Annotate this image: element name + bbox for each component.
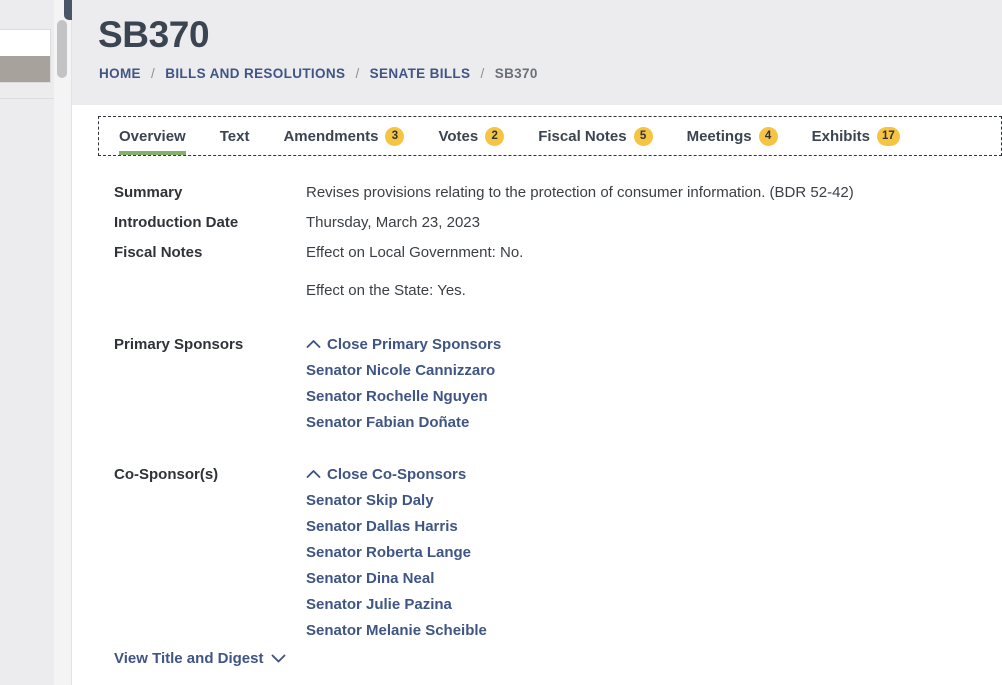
breadcrumb-item-bills-and-resolutions[interactable]: BILLS AND RESOLUTIONS [165,66,345,81]
detail-row-primary-sponsors: Primary Sponsors Close Primary Sponsors … [72,332,1002,436]
breadcrumb-separator: / [151,66,156,81]
view-title-and-digest-link[interactable]: View Title and Digest [114,650,286,667]
close-cosponsors-toggle[interactable]: Close Co-Sponsors [306,462,466,488]
summary-value: Revises provisions relating to the prote… [306,184,854,201]
breadcrumb-item-senate-bills[interactable]: SENATE BILLS [370,66,471,81]
primary-sponsor-link[interactable]: Senator Nicole Cannizzaro [306,358,495,384]
fiscal-notes-values: Effect on Local Government: No. Effect o… [306,238,1002,306]
page-content: SB370 HOME / BILLS AND RESOLUTIONS / SEN… [72,0,1002,685]
introduction-date-label: Introduction Date [114,214,239,231]
bill-detail-table: Summary Revises provisions relating to t… [72,178,1002,644]
tab-label: Meetings [686,127,752,145]
tab-fiscal-notes[interactable]: Fiscal Notes 5 [521,117,669,155]
left-side-panel [0,0,54,685]
tab-label: Fiscal Notes [538,127,627,145]
tab-label: Votes [438,127,479,145]
breadcrumb-item-home[interactable]: HOME [99,66,141,81]
detail-row-summary: Summary Revises provisions relating to t… [72,178,1002,208]
tab-bar: Overview Text Amendments 3 Votes 2 Fisca… [98,116,1002,156]
tab-meetings[interactable]: Meetings 4 [670,117,795,155]
fiscal-notes-local-government: Effect on Local Government: No. [306,244,524,261]
cosponsor-link[interactable]: Senator Roberta Lange [306,540,471,566]
tab-label: Text [219,127,250,145]
vertical-scrollbar-track[interactable] [54,0,72,685]
breadcrumb-item-current: SB370 [494,66,538,81]
fiscal-notes-state: Effect on the State: Yes. [306,282,466,299]
tab-badge-count: 2 [485,126,505,146]
tab-label: Exhibits [811,127,870,145]
cosponsors-list: Close Co-Sponsors Senator Skip Daly Sena… [306,462,1002,644]
bill-detail-page: SB370 HOME / BILLS AND RESOLUTIONS / SEN… [0,0,1002,685]
cosponsor-link[interactable]: Senator Dina Neal [306,566,434,592]
cosponsors-label: Co-Sponsor(s) [114,466,219,483]
introduction-date-value: Thursday, March 23, 2023 [306,214,480,231]
cosponsor-link[interactable]: Senator Julie Pazina [306,592,452,618]
vertical-scrollbar-thumb[interactable] [57,20,67,78]
tab-badge-count: 17 [876,126,900,146]
breadcrumb-separator: / [480,66,485,81]
primary-sponsor-link[interactable]: Senator Fabian Doñate [306,410,469,436]
chevron-up-icon [306,332,321,358]
tab-badge-count: 5 [633,126,653,146]
breadcrumb-separator: / [355,66,360,81]
chevron-up-icon [306,462,321,488]
primary-sponsors-label: Primary Sponsors [114,336,244,353]
view-title-digest-label: View Title and Digest [114,650,264,667]
summary-label: Summary [114,184,183,201]
tab-badge-count: 4 [758,126,778,146]
page-title: SB370 [98,14,210,55]
detail-row-cosponsors: Co-Sponsor(s) Close Co-Sponsors Senator … [72,462,1002,644]
tab-label: Overview [119,127,186,145]
tab-badge-count: 3 [385,126,405,146]
toggle-label: Close Primary Sponsors [327,336,502,353]
toggle-label: Close Co-Sponsors [327,466,467,483]
left-panel-divider [0,98,54,99]
primary-sponsors-list: Close Primary Sponsors Senator Nicole Ca… [306,332,1002,436]
tab-overview[interactable]: Overview [99,117,203,155]
detail-row-fiscal-notes: Fiscal Notes Effect on Local Government:… [72,238,1002,306]
tab-label: Amendments [283,127,379,145]
cosponsor-link[interactable]: Senator Melanie Scheible [306,618,487,644]
tab-text[interactable]: Text [203,117,267,155]
left-panel-card-thumbnail [0,56,50,82]
tab-amendments[interactable]: Amendments 3 [266,117,421,155]
detail-row-introduction-date: Introduction Date Thursday, March 23, 20… [72,208,1002,238]
close-primary-sponsors-toggle[interactable]: Close Primary Sponsors [306,332,501,358]
chevron-down-icon [271,650,286,667]
cosponsor-link[interactable]: Senator Skip Daly [306,488,434,514]
primary-sponsor-link[interactable]: Senator Rochelle Nguyen [306,384,488,410]
tab-exhibits[interactable]: Exhibits 17 [795,117,917,155]
breadcrumb: HOME / BILLS AND RESOLUTIONS / SENATE BI… [99,66,538,81]
page-header-band [72,0,1002,105]
left-panel-card[interactable] [0,29,51,83]
tab-votes[interactable]: Votes 2 [421,117,521,155]
cosponsor-link[interactable]: Senator Dallas Harris [306,514,458,540]
fiscal-notes-label: Fiscal Notes [114,244,203,261]
